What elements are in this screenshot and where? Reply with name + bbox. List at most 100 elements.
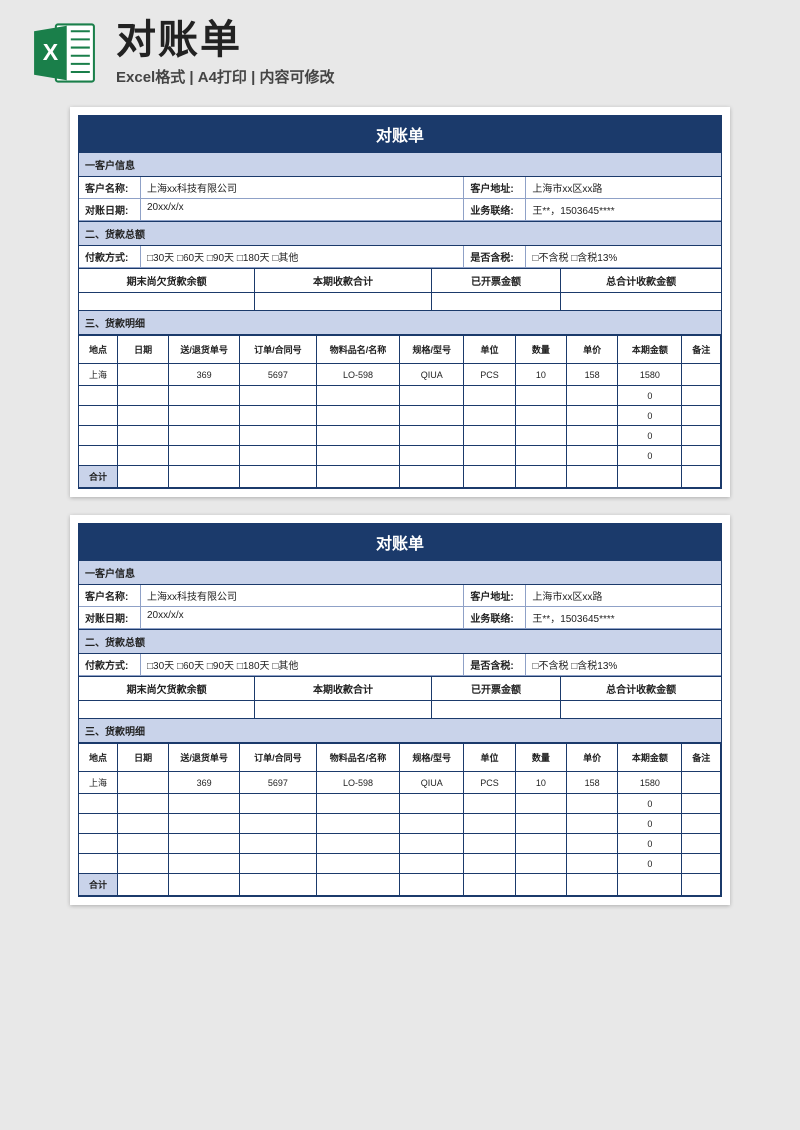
sum-col-received: 本期收款合计 bbox=[255, 269, 431, 292]
cell-ord: 5697 bbox=[239, 772, 316, 794]
cell-date bbox=[117, 386, 168, 406]
cell-price: 158 bbox=[566, 364, 617, 386]
cell-ret bbox=[169, 406, 240, 426]
col-date: 日期 bbox=[117, 336, 168, 364]
cell-amt: 0 bbox=[618, 814, 682, 834]
cell-amt: 1580 bbox=[618, 364, 682, 386]
cell-qty bbox=[515, 794, 566, 814]
customer-addr: 上海市xx区xx路 bbox=[526, 585, 721, 606]
cell-qty bbox=[515, 426, 566, 446]
section-payment-total: 二、货款总额 bbox=[79, 629, 721, 654]
section-customer-info: 一客户信息 bbox=[79, 152, 721, 177]
detail-body-1: 上海3695697LO-598QIUAPCS1015815800000 bbox=[79, 364, 721, 466]
cell-mat bbox=[316, 814, 399, 834]
cell-mat bbox=[316, 426, 399, 446]
cell-note bbox=[682, 386, 721, 406]
cell-ret bbox=[169, 814, 240, 834]
cell-amt: 1580 bbox=[618, 772, 682, 794]
col-unit: 单位 bbox=[464, 336, 515, 364]
cell-date bbox=[117, 364, 168, 386]
cell-price bbox=[566, 834, 617, 854]
total-row: 合计 bbox=[79, 874, 721, 896]
cell-ret: 369 bbox=[169, 364, 240, 386]
table-row: 0 bbox=[79, 794, 721, 814]
cell-date bbox=[117, 406, 168, 426]
sum-col-invoiced: 已开票金额 bbox=[432, 269, 562, 292]
total-label: 合计 bbox=[79, 466, 117, 488]
recon-date: 20xx/x/x bbox=[141, 199, 464, 220]
cell-qty bbox=[515, 854, 566, 874]
cell-price bbox=[566, 446, 617, 466]
cell-mat bbox=[316, 854, 399, 874]
table-row: 0 bbox=[79, 814, 721, 834]
cell-price bbox=[566, 386, 617, 406]
cell-ord bbox=[239, 794, 316, 814]
cell-note bbox=[682, 406, 721, 426]
detail-body-2: 上海3695697LO-598QIUAPCS1015815800000 bbox=[79, 772, 721, 874]
detail-header-row: 地点 日期 送/退货单号 订单/合同号 物料品名/名称 规格/型号 单位 数量 … bbox=[79, 744, 721, 772]
cell-ord bbox=[239, 406, 316, 426]
detail-header-row: 地点 日期 送/退货单号 订单/合同号 物料品名/名称 规格/型号 单位 数量 … bbox=[79, 336, 721, 364]
cell-unit bbox=[464, 446, 515, 466]
cell-price bbox=[566, 814, 617, 834]
cell-spec bbox=[400, 834, 464, 854]
col-material: 物料品名/名称 bbox=[316, 336, 399, 364]
col-note: 备注 bbox=[682, 336, 721, 364]
cell-mat: LO-598 bbox=[316, 772, 399, 794]
cell-spec bbox=[400, 854, 464, 874]
sum-val-received bbox=[255, 293, 431, 310]
cell-amt: 0 bbox=[618, 426, 682, 446]
cell-mat bbox=[316, 834, 399, 854]
sum-col-balance: 期末尚欠货款余额 bbox=[79, 269, 255, 292]
cell-unit bbox=[464, 426, 515, 446]
col-return-no: 送/退货单号 bbox=[169, 336, 240, 364]
cell-date bbox=[117, 834, 168, 854]
cell-spec bbox=[400, 386, 464, 406]
detail-table: 地点 日期 送/退货单号 订单/合同号 物料品名/名称 规格/型号 单位 数量 … bbox=[79, 335, 721, 488]
cell-amt: 0 bbox=[618, 386, 682, 406]
cell-qty bbox=[515, 814, 566, 834]
table-row: 0 bbox=[79, 834, 721, 854]
sum-val-invoiced bbox=[432, 293, 562, 310]
cell-loc bbox=[79, 834, 117, 854]
pay-method-label: 付款方式: bbox=[79, 246, 141, 267]
col-order-no: 订单/合同号 bbox=[239, 744, 316, 772]
cell-mat bbox=[316, 446, 399, 466]
col-material: 物料品名/名称 bbox=[316, 744, 399, 772]
cell-date bbox=[117, 426, 168, 446]
cell-loc: 上海 bbox=[79, 772, 117, 794]
cell-ret bbox=[169, 834, 240, 854]
sum-val-balance bbox=[79, 701, 255, 718]
page-subtitle: Excel格式 | A4打印 | 内容可修改 bbox=[116, 66, 334, 87]
cell-unit bbox=[464, 854, 515, 874]
table-row: 0 bbox=[79, 446, 721, 466]
section-payment-detail: 三、货款明细 bbox=[79, 718, 721, 743]
col-order-no: 订单/合同号 bbox=[239, 336, 316, 364]
table-row: 上海3695697LO-598QIUAPCS101581580 bbox=[79, 772, 721, 794]
cell-date bbox=[117, 446, 168, 466]
cell-ord bbox=[239, 446, 316, 466]
cell-price bbox=[566, 406, 617, 426]
cell-loc bbox=[79, 406, 117, 426]
sum-col-total: 总合计收款金额 bbox=[561, 269, 721, 292]
col-qty: 数量 bbox=[515, 744, 566, 772]
pay-method: □30天 □60天 □90天 □180天 □其他 bbox=[141, 246, 464, 267]
cell-amt: 0 bbox=[618, 446, 682, 466]
cell-amt: 0 bbox=[618, 834, 682, 854]
customer-addr-label: 客户地址: bbox=[464, 177, 526, 198]
cell-note bbox=[682, 364, 721, 386]
total-label: 合计 bbox=[79, 874, 117, 896]
recon-date: 20xx/x/x bbox=[141, 607, 464, 628]
sum-col-invoiced: 已开票金额 bbox=[432, 677, 562, 700]
col-return-no: 送/退货单号 bbox=[169, 744, 240, 772]
customer-name-label: 客户名称: bbox=[79, 585, 141, 606]
cell-loc bbox=[79, 426, 117, 446]
customer-name: 上海xx科技有限公司 bbox=[141, 585, 464, 606]
cell-note bbox=[682, 772, 721, 794]
col-unit: 单位 bbox=[464, 744, 515, 772]
col-location: 地点 bbox=[79, 744, 117, 772]
customer-name-label: 客户名称: bbox=[79, 177, 141, 198]
cell-ret bbox=[169, 426, 240, 446]
cell-note bbox=[682, 426, 721, 446]
tax-value: □不含税 □含税13% bbox=[526, 654, 721, 675]
